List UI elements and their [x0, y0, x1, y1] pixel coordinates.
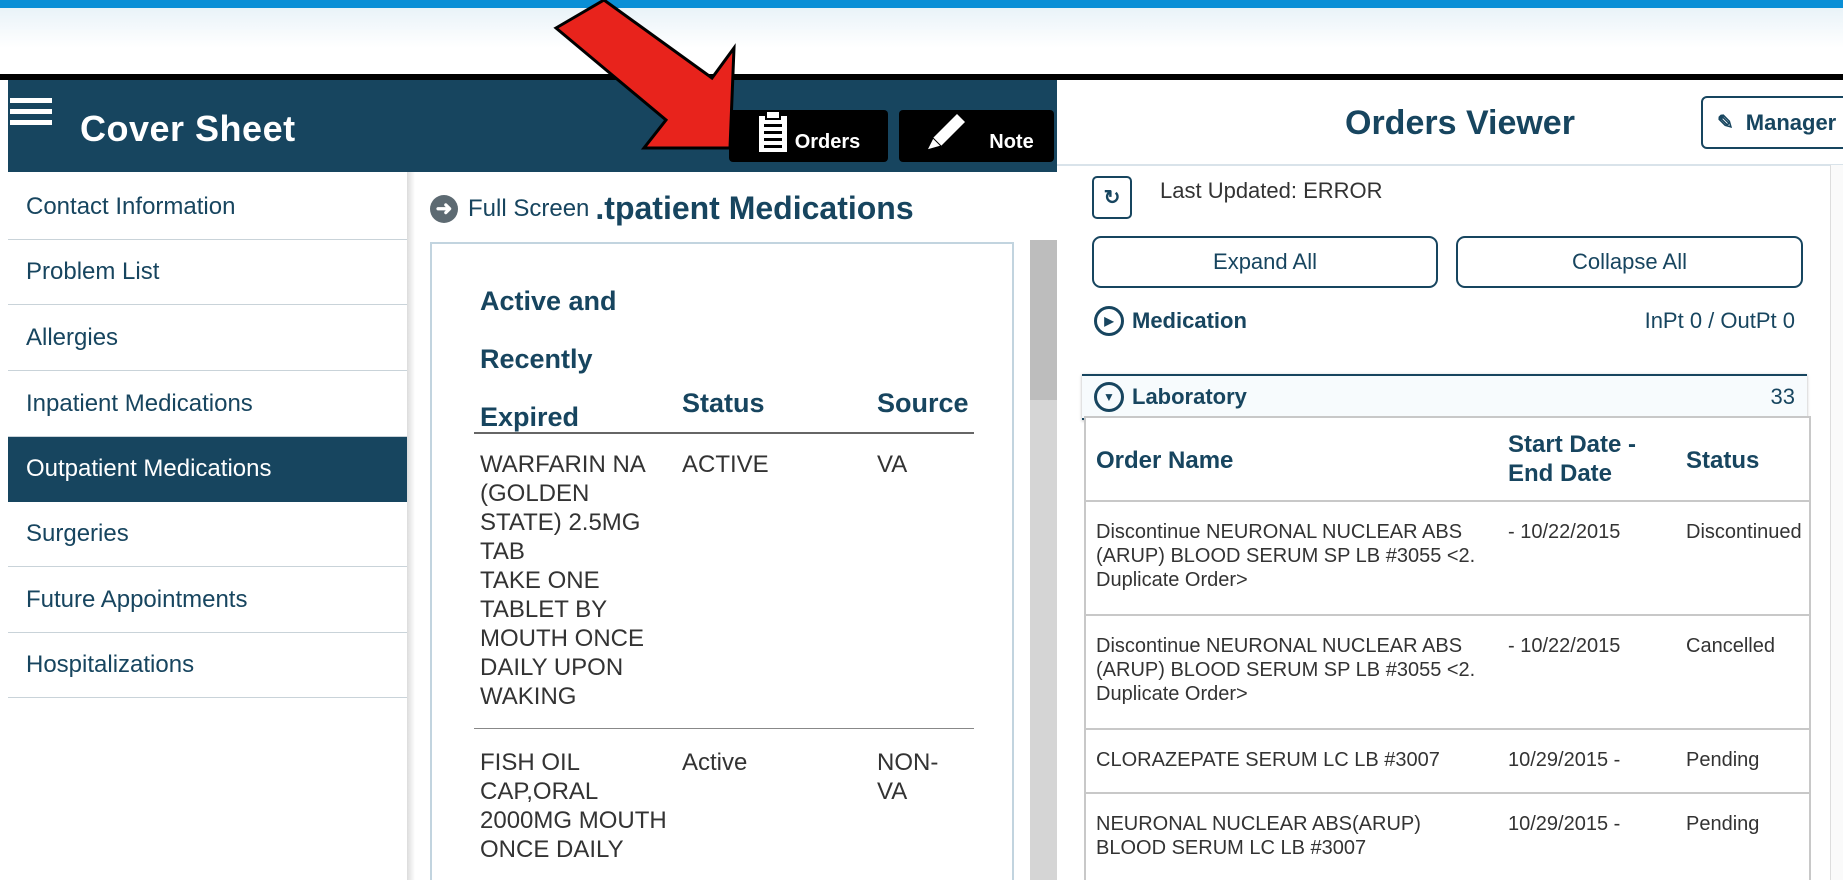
screen: Cover Sheet Orders Note Contact Informat… [0, 0, 1843, 880]
pencil-icon [926, 114, 966, 151]
hamburger-icon[interactable] [10, 98, 52, 134]
last-updated-text: Last Updated: ERROR [1160, 178, 1383, 203]
order-name: Discontinue NEURONAL NUCLEAR ABS (ARUP) … [1096, 635, 1476, 705]
note-button[interactable]: Note [899, 110, 1054, 162]
top-strip [0, 0, 1843, 8]
sidebar-item-inpatient-medications[interactable]: Inpatient Medications [8, 372, 407, 437]
note-label: Note [989, 131, 1034, 153]
page-title: Cover Sheet [80, 108, 296, 149]
med-status: Active [682, 749, 748, 776]
sidebar-item-contact-information[interactable]: Contact Information [8, 175, 407, 240]
right-panel-divider [1057, 164, 1843, 166]
order-dates: - 10/22/2015 [1508, 521, 1621, 543]
expand-all-button[interactable]: Expand All [1092, 236, 1438, 288]
column-header-status[interactable]: Status [682, 388, 765, 419]
med-source: NON- VA [877, 749, 939, 805]
order-status: Discontinued [1686, 521, 1802, 543]
group-count: InPt 0 / OutPt 0 [1644, 308, 1795, 333]
sidebar-item-hospitalizations[interactable]: Hospitalizations [8, 633, 407, 698]
sidebar-nav: Contact Information Problem List Allergies… [8, 172, 407, 880]
orders-button[interactable]: Orders [729, 110, 888, 162]
refresh-button[interactable]: ↻ [1092, 176, 1132, 219]
column-header-dates[interactable]: Start Date - End Date [1508, 430, 1636, 488]
refresh-icon: ↻ [1103, 187, 1121, 209]
order-status: Cancelled [1686, 635, 1775, 657]
order-dates: 10/29/2015 - [1508, 749, 1621, 771]
manager-label: Manager [1745, 109, 1837, 135]
order-status: Pending [1686, 813, 1760, 835]
med-name[interactable]: WARFARIN NA (GOLDEN STATE) 2.5MG TAB TAK… [480, 450, 646, 711]
column-header-medication[interactable]: Active and Recently Expired [480, 272, 617, 446]
row-rule [474, 728, 974, 729]
table-row[interactable]: NEURONAL NUCLEAR ABS(ARUP) BLOOD SERUM L… [1086, 792, 1809, 880]
order-dates: - 10/22/2015 [1508, 635, 1621, 657]
collapse-all-button[interactable]: Collapse All [1456, 236, 1803, 288]
group-count: 33 [1770, 384, 1795, 409]
sidebar-item-problem-list[interactable]: Problem List [8, 240, 407, 305]
med-status: ACTIVE [682, 451, 769, 478]
order-name: NEURONAL NUCLEAR ABS(ARUP) BLOOD SERUM L… [1096, 813, 1421, 859]
order-name: CLORAZEPATE SERUM LC LB #3007 [1096, 749, 1440, 771]
column-header-order-name[interactable]: Order Name [1096, 446, 1233, 475]
order-name: Discontinue NEURONAL NUCLEAR ABS (ARUP) … [1096, 521, 1476, 591]
fullscreen-toggle[interactable]: ➜ Full Screen .tpatient Medications [430, 190, 914, 227]
group-name: Medication [1132, 308, 1247, 333]
back-circle-icon: ➜ [430, 194, 458, 223]
column-header-status[interactable]: Status [1686, 446, 1759, 475]
group-name: Laboratory [1132, 384, 1247, 409]
table-row[interactable]: CLORAZEPATE SERUM LC LB #3007 10/29/2015… [1086, 728, 1809, 792]
orders-label: Orders [794, 131, 861, 153]
order-dates: 10/29/2015 - [1508, 813, 1621, 835]
fullscreen-label: Full Screen [468, 194, 590, 222]
group-medication[interactable]: ▶ Medication InPt 0 / OutPt 0 [1082, 298, 1807, 344]
outpatient-medications-card: Active and Recently Expired Status Sourc… [430, 242, 1014, 880]
top-strip-fade [0, 8, 1843, 48]
panel-title: .tpatient Medications [595, 190, 914, 226]
right-panel-scrollbar[interactable] [1830, 165, 1843, 880]
orders-table: Order Name Start Date - End Date Status … [1084, 416, 1811, 880]
table-row[interactable]: Discontinue NEURONAL NUCLEAR ABS (ARUP) … [1086, 614, 1809, 728]
panel-scrollbar-thumb[interactable] [1030, 240, 1057, 400]
pencil-icon: ✎ [1717, 112, 1734, 134]
header-rule [474, 432, 974, 434]
manager-button[interactable]: ✎ Manager [1701, 96, 1843, 149]
med-source: VA [877, 451, 908, 478]
orders-viewer-title: Orders Viewer [1345, 104, 1575, 142]
sidebar-item-allergies[interactable]: Allergies [8, 306, 407, 371]
play-circle-icon: ▶ [1094, 306, 1124, 336]
panel-shadow [407, 172, 415, 880]
group-laboratory[interactable]: ▼ Laboratory 33 [1082, 374, 1807, 420]
column-header-source[interactable]: Source [877, 388, 969, 419]
sidebar-item-future-appointments[interactable]: Future Appointments [8, 568, 407, 633]
med-name[interactable]: FISH OIL CAP,ORAL 2000MG MOUTH ONCE DAIL… [480, 748, 667, 864]
sidebar-item-outpatient-medications[interactable]: Outpatient Medications [8, 437, 407, 502]
order-status: Pending [1686, 749, 1760, 771]
table-row[interactable]: Discontinue NEURONAL NUCLEAR ABS (ARUP) … [1086, 500, 1809, 614]
chevron-down-circle-icon: ▼ [1094, 382, 1124, 412]
clipboard-icon [758, 110, 787, 152]
sidebar-item-surgeries[interactable]: Surgeries [8, 502, 407, 567]
cover-sheet-header: Cover Sheet Orders Note [8, 80, 1057, 172]
